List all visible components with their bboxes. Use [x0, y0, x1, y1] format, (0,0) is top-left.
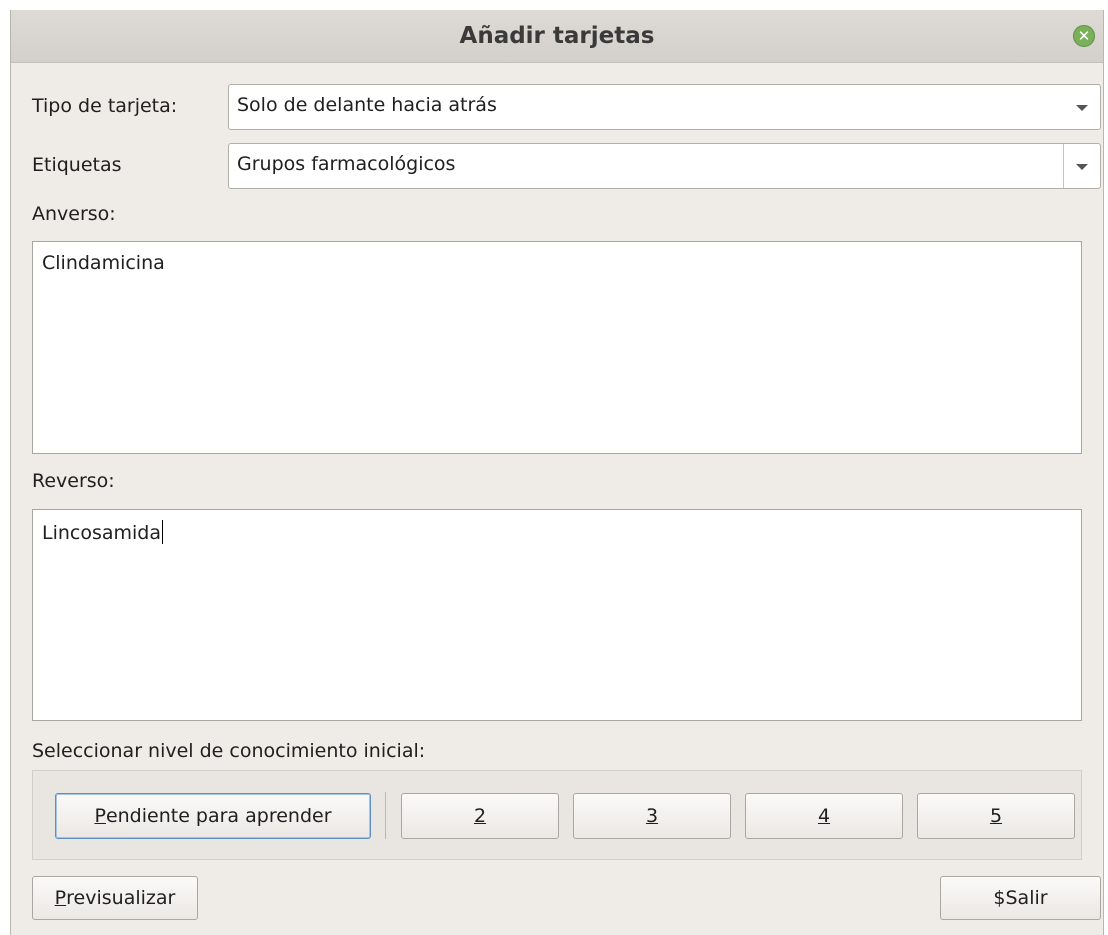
card-type-label: Tipo de tarjeta: — [32, 95, 178, 117]
button-label: 2 — [473, 805, 487, 827]
button-label: 5 — [989, 805, 1003, 827]
exit-button[interactable]: $Salir — [940, 876, 1101, 920]
preview-button[interactable]: Previsualizar — [32, 876, 198, 920]
combo-separator — [1063, 144, 1064, 188]
chevron-down-icon[interactable] — [1076, 164, 1088, 170]
mnemonic-char: P — [54, 887, 67, 909]
grade-button-group: Pendiente para aprender 2 3 4 5 — [32, 770, 1082, 860]
mnemonic-char: P — [94, 805, 106, 827]
button-label: revisualizar — [66, 887, 176, 909]
back-textarea[interactable]: Lincosamida — [32, 509, 1082, 721]
dialog-title: Añadir tarjetas — [459, 23, 655, 49]
button-label: $Salir — [993, 887, 1048, 909]
card-type-dropdown[interactable]: Solo de delante hacia atrás — [228, 84, 1101, 130]
tags-value: Grupos farmacológicos — [237, 153, 456, 175]
tags-combobox[interactable]: Grupos farmacológicos — [228, 143, 1101, 189]
button-label: endiente para aprender — [105, 805, 332, 827]
chevron-down-icon — [1076, 105, 1088, 111]
grade-4-button[interactable]: 4 — [745, 793, 903, 839]
card-type-value: Solo de delante hacia atrás — [237, 94, 497, 116]
add-cards-dialog: Añadir tarjetas ✕ Tipo de tarjeta: Solo … — [10, 10, 1104, 935]
button-label: 3 — [645, 805, 659, 827]
grade-0-button[interactable]: Pendiente para aprender — [55, 793, 371, 839]
grade-2-button[interactable]: 2 — [401, 793, 559, 839]
back-text: Lincosamida — [42, 522, 162, 544]
front-label: Anverso: — [32, 203, 116, 225]
tags-label: Etiquetas — [32, 154, 122, 176]
front-textarea[interactable]: Clindamicina — [32, 241, 1082, 454]
text-cursor — [162, 520, 164, 544]
front-text: Clindamicina — [42, 252, 165, 274]
grade-label: Seleccionar nivel de conocimiento inicia… — [32, 740, 426, 762]
title-bar: Añadir tarjetas ✕ — [11, 10, 1103, 63]
back-label: Reverso: — [32, 470, 115, 492]
grade-5-button[interactable]: 5 — [917, 793, 1075, 839]
button-label: 4 — [817, 805, 831, 827]
grade-3-button[interactable]: 3 — [573, 793, 731, 839]
separator — [385, 792, 386, 839]
close-icon[interactable]: ✕ — [1073, 25, 1095, 47]
